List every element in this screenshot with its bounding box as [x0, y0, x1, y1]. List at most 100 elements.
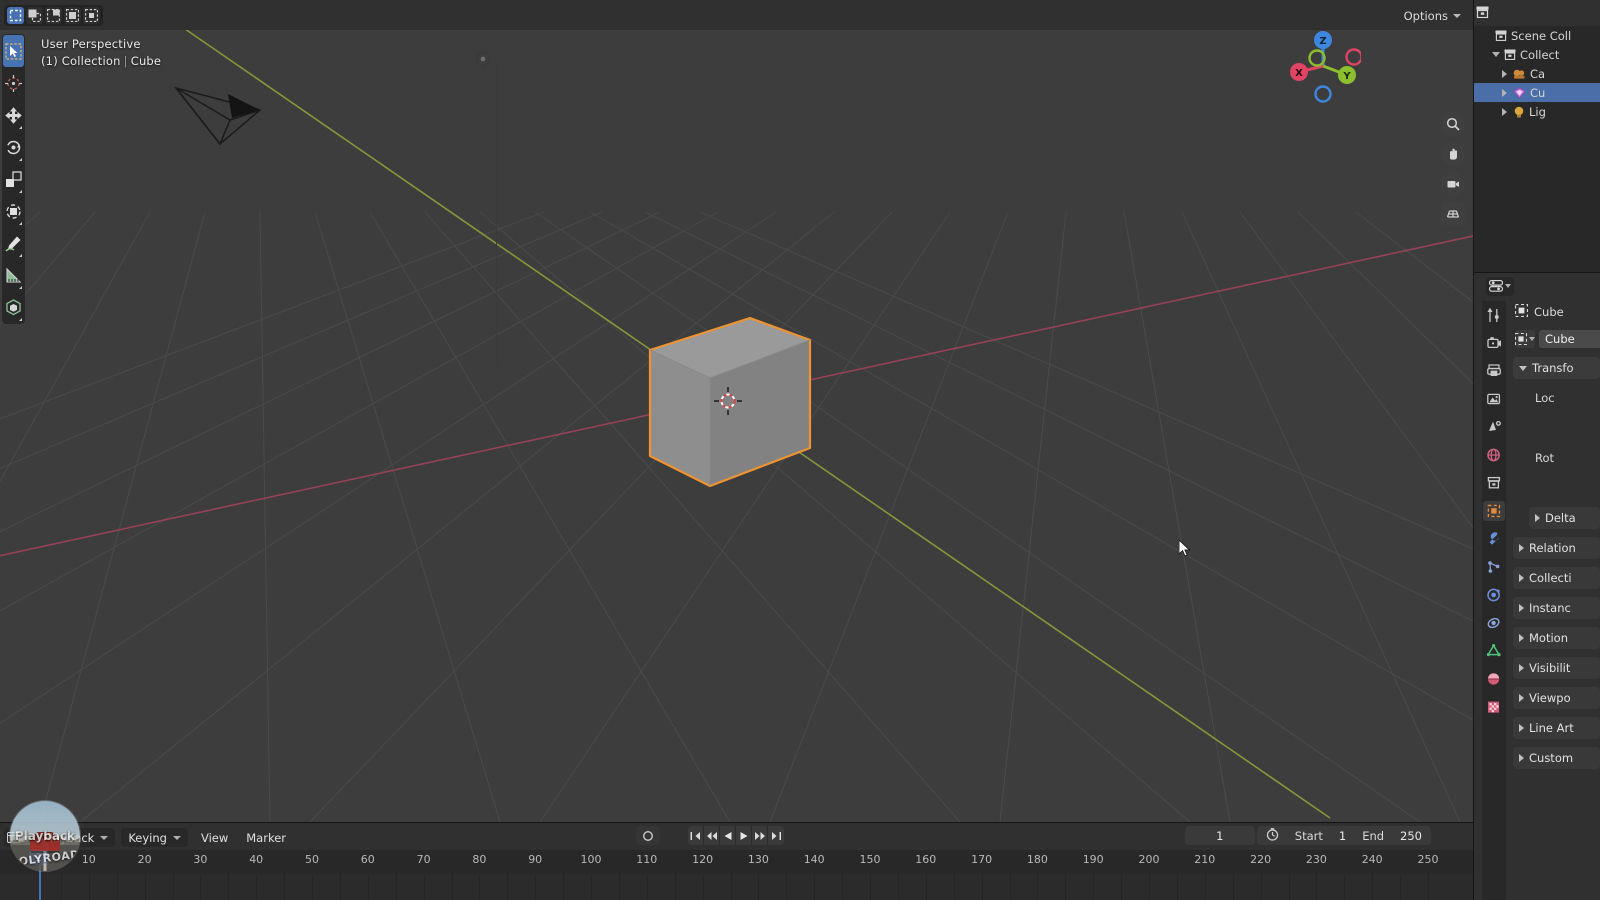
tab-constraints[interactable] — [1483, 613, 1505, 633]
playback-transport[interactable] — [688, 826, 784, 845]
jump-to-prev-keyframe-button[interactable] — [704, 826, 720, 845]
3d-cursor[interactable] — [714, 387, 742, 415]
world-globe-icon — [1486, 448, 1502, 462]
rotate-icon[interactable] — [3, 131, 24, 163]
disclosure-triangle-down-icon[interactable] — [1491, 52, 1500, 57]
panel-delta-transform[interactable]: Delta — [1529, 507, 1600, 529]
disclosure-triangle-right-icon[interactable] — [1500, 107, 1509, 116]
properties-editor[interactable]: Cube Cube Transfo Loc Rot Delta Relation Coll… — [1473, 272, 1600, 900]
viewport-options-button[interactable]: Options — [1404, 7, 1461, 24]
cursor-icon[interactable] — [3, 67, 24, 99]
disclosure-triangle-right-icon[interactable] — [1500, 88, 1509, 97]
pan-hand-icon[interactable] — [1441, 142, 1465, 166]
panel-visibility[interactable]: Visibilit — [1513, 657, 1600, 679]
timeline-ruler[interactable]: 10 20 30 40 50 60 70 80 90 100 110 120 130 140 150 160 1… — [0, 850, 1473, 874]
select-set-icon[interactable] — [7, 7, 24, 24]
frame-range-fields[interactable]: Start 1 End 250 — [1256, 826, 1431, 845]
outliner-row-scene-collection[interactable]: Scene Coll — [1474, 26, 1600, 45]
outliner-row-label: Lig — [1529, 104, 1546, 119]
navigation-gizmo[interactable]: Z Y X — [1285, 28, 1361, 104]
keying-menu[interactable]: Keying — [121, 828, 188, 847]
jump-to-end-button[interactable] — [768, 826, 784, 845]
timeline-transport-group[interactable] — [636, 826, 784, 845]
select-invert-icon[interactable] — [64, 7, 81, 24]
tab-material[interactable] — [1483, 669, 1505, 689]
3d-viewport[interactable]: Options User Perspective (1) Collection |… — [0, 0, 1473, 822]
outliner-header-row[interactable] — [1474, 0, 1600, 26]
properties-editor-type-button[interactable] — [1486, 276, 1514, 296]
outliner-row-light[interactable]: Lig — [1474, 102, 1600, 121]
timeline-tick: 20 — [137, 853, 152, 866]
tab-data[interactable] — [1483, 641, 1505, 661]
outliner-row-cube[interactable]: Cu — [1474, 83, 1600, 102]
panel-line-art[interactable]: Line Art — [1513, 717, 1600, 739]
timeline-gridline — [870, 874, 871, 900]
outliner-editor[interactable]: Scene Coll Collect Ca Cu Lig — [1473, 0, 1600, 272]
zoom-icon[interactable] — [1441, 112, 1465, 136]
object-name-field[interactable]: Cube — [1539, 330, 1600, 348]
tab-physics[interactable] — [1483, 585, 1505, 605]
viewport-nav-buttons[interactable] — [1441, 112, 1465, 226]
select-extend-icon[interactable] — [26, 7, 43, 24]
properties-tab-strip[interactable] — [1482, 301, 1506, 900]
scale-icon[interactable] — [3, 163, 24, 195]
use-preview-range-icon[interactable] — [1266, 827, 1279, 844]
add-cube-icon[interactable] — [3, 291, 24, 323]
camera-view-icon[interactable] — [1441, 172, 1465, 196]
tab-output[interactable] — [1483, 361, 1505, 381]
current-frame-field[interactable]: 1 — [1184, 826, 1255, 845]
panel-relations[interactable]: Relation — [1513, 537, 1600, 559]
object-id-block[interactable]: Cube — [1515, 329, 1600, 349]
object-datablock-icon[interactable] — [1515, 330, 1535, 348]
outliner-tree[interactable]: Scene Coll Collect Ca Cu Lig — [1474, 26, 1600, 121]
timeline-gridline — [535, 874, 537, 900]
start-frame-value[interactable]: 1 — [1339, 829, 1346, 843]
tweak-select-box-icon[interactable] — [3, 35, 24, 67]
auto-keyframe-icon[interactable] — [636, 826, 660, 845]
viewport-toolbar[interactable] — [2, 34, 25, 324]
tab-world[interactable] — [1483, 445, 1505, 465]
timeline-marker-menu[interactable]: Marker — [237, 828, 295, 847]
timeline-view-menu[interactable]: View — [192, 828, 237, 847]
tab-render[interactable] — [1483, 333, 1505, 353]
tab-scene[interactable] — [1483, 417, 1505, 437]
properties-panel-list[interactable]: Transfo Loc Rot Delta Relation Collecti Instan… — [1507, 357, 1600, 769]
properties-content[interactable]: Cube Cube Transfo Loc Rot Delta Relation Coll… — [1507, 301, 1600, 900]
panel-motion-paths[interactable]: Motion — [1513, 627, 1600, 649]
camera-object[interactable] — [168, 82, 272, 150]
disclosure-triangle-right-icon[interactable] — [1500, 69, 1509, 78]
tab-modifiers[interactable] — [1483, 529, 1505, 549]
timeline-keyframe-area[interactable] — [0, 874, 1473, 900]
frame-range-group[interactable]: 1 Start 1 End 250 — [1184, 826, 1431, 845]
annotate-icon[interactable] — [3, 227, 24, 259]
outliner-row-camera[interactable]: Ca — [1474, 64, 1600, 83]
tab-view-layer[interactable] — [1483, 389, 1505, 409]
tab-texture[interactable] — [1483, 697, 1505, 717]
tab-tool[interactable] — [1483, 305, 1505, 325]
transform-icon[interactable] — [3, 195, 24, 227]
tab-object[interactable] — [1483, 501, 1505, 521]
panel-custom-properties[interactable]: Custom — [1513, 747, 1600, 769]
select-subtract-icon[interactable] — [45, 7, 62, 24]
panel-transform[interactable]: Transfo — [1513, 357, 1600, 379]
jump-to-start-button[interactable] — [688, 826, 704, 845]
jump-to-next-keyframe-button[interactable] — [752, 826, 768, 845]
outliner-row-collection[interactable]: Collect — [1474, 45, 1600, 64]
camera-icon — [1513, 68, 1526, 79]
move-icon[interactable] — [3, 99, 24, 131]
viewport-scene-label: (1) Collection | Cube — [41, 54, 161, 68]
select-intersect-icon[interactable] — [83, 7, 100, 24]
play-reverse-button[interactable] — [720, 826, 736, 845]
panel-collections[interactable]: Collecti — [1513, 567, 1600, 589]
toggle-perspective-ortho-icon[interactable] — [1441, 202, 1465, 226]
panel-instancing[interactable]: Instanc — [1513, 597, 1600, 619]
panel-viewport-display[interactable]: Viewpo — [1513, 687, 1600, 709]
timeline-editor[interactable]: Playback Keying View Marker — [0, 822, 1473, 900]
end-frame-value[interactable]: 250 — [1400, 829, 1422, 843]
light-object[interactable] — [470, 46, 496, 72]
play-button[interactable] — [736, 826, 752, 845]
tab-particles[interactable] — [1483, 557, 1505, 577]
measure-icon[interactable] — [3, 259, 24, 291]
select-mode-group[interactable] — [4, 5, 103, 26]
tab-collection[interactable] — [1483, 473, 1505, 493]
